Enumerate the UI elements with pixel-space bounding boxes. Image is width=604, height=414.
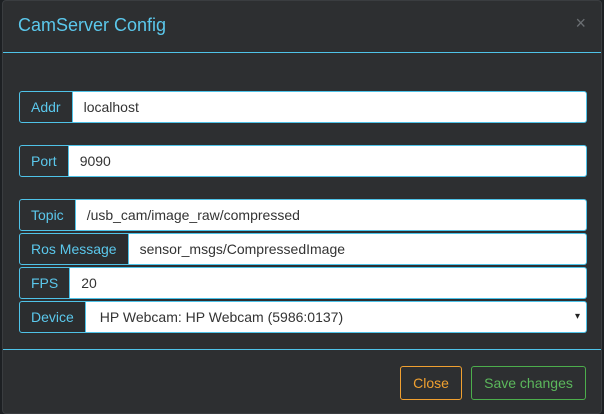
addr-label: Addr [19,91,73,123]
device-selected-value: HP Webcam: HP Webcam (5986:0137) [99,309,344,325]
device-label: Device [19,301,86,333]
close-icon[interactable]: × [575,14,586,32]
device-select[interactable]: HP Webcam: HP Webcam (5986:0137) ▾ [85,301,587,333]
port-input[interactable]: 9090 [68,145,587,177]
chevron-down-icon: ▾ [574,311,580,322]
topic-input[interactable]: /usb_cam/image_raw/compressed [75,199,587,231]
ros-message-group: Ros Message sensor_msgs/CompressedImage [19,233,587,265]
dialog-title: CamServer Config [18,15,167,35]
device-group: Device HP Webcam: HP Webcam (5986:0137) … [19,301,587,333]
dialog-body: Addr localhost Port 9090 Topic /usb_cam/… [3,53,601,349]
fps-label: FPS [19,267,71,299]
close-button[interactable]: Close [400,366,462,400]
ros-message-label: Ros Message [19,233,129,265]
ros-message-input[interactable]: sensor_msgs/CompressedImage [128,233,587,265]
port-group: Port 9090 [19,145,587,177]
addr-input[interactable]: localhost [72,91,587,123]
fps-input[interactable]: 20 [70,267,587,299]
config-dialog: CamServer Config × Addr localhost Port 9… [2,0,602,414]
topic-label: Topic [19,199,76,231]
fps-group: FPS 20 [19,267,587,299]
save-changes-button[interactable]: Save changes [471,366,586,400]
port-label: Port [19,145,69,177]
dialog-header: CamServer Config × [3,1,601,53]
addr-group: Addr localhost [19,91,587,123]
dialog-footer: Close Save changes [3,349,601,413]
topic-group: Topic /usb_cam/image_raw/compressed [19,199,587,231]
